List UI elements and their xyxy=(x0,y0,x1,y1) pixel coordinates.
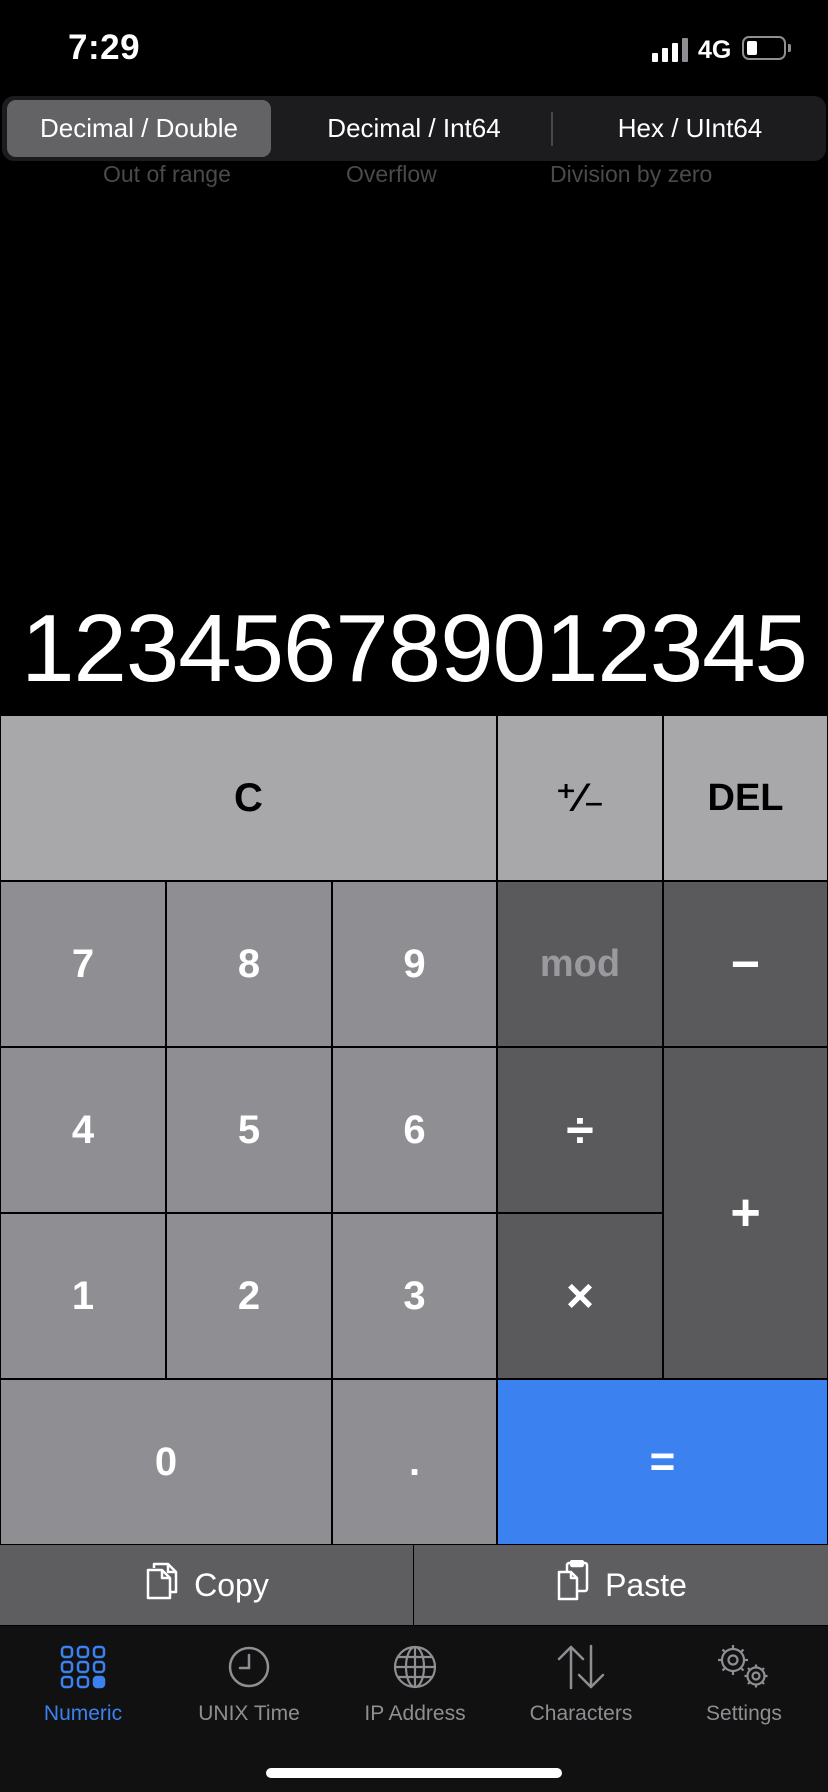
digit-5-button[interactable]: 5 xyxy=(166,1047,332,1213)
equals-button[interactable]: = xyxy=(497,1379,828,1545)
digit-3-button[interactable]: 3 xyxy=(332,1213,497,1379)
multiply-button[interactable]: × xyxy=(497,1213,663,1379)
error-division-by-zero: Division by zero xyxy=(550,161,713,187)
paste-label: Paste xyxy=(605,1566,687,1603)
status-time: 7:29 xyxy=(68,28,141,67)
signal-strength-icon xyxy=(652,36,688,62)
tab-settings[interactable]: Settings xyxy=(661,1642,827,1726)
tab-ip-address[interactable]: IP Address xyxy=(332,1642,498,1726)
tab-characters-label: Characters xyxy=(529,1702,633,1725)
network-type: 4G xyxy=(698,36,732,64)
copy-button[interactable]: Copy xyxy=(0,1545,414,1625)
digit-6-button[interactable]: 6 xyxy=(332,1047,497,1213)
copy-icon xyxy=(144,1560,180,1610)
error-out-of-range: Out of range xyxy=(103,161,231,187)
minus-button[interactable]: − xyxy=(663,881,828,1047)
copy-label: Copy xyxy=(194,1566,269,1603)
tab-settings-label: Settings xyxy=(706,1702,782,1725)
tab-characters[interactable]: Characters xyxy=(498,1642,664,1726)
error-overflow: Overflow xyxy=(346,161,437,187)
paste-icon xyxy=(555,1559,591,1610)
segment-decimal-double[interactable]: Decimal / Double xyxy=(7,100,271,157)
digit-9-button[interactable]: 9 xyxy=(332,881,497,1047)
battery-icon xyxy=(742,36,791,60)
home-indicator[interactable] xyxy=(266,1768,562,1778)
arrows-updown-icon xyxy=(554,1642,608,1692)
number-format-segmented-control: Decimal / Double Decimal / Int64 Hex / U… xyxy=(2,96,826,161)
clock-icon xyxy=(227,1642,271,1692)
tab-unix-time[interactable]: UNIX Time xyxy=(166,1642,332,1726)
plus-button[interactable]: + xyxy=(663,1047,828,1379)
digit-8-button[interactable]: 8 xyxy=(166,881,332,1047)
gears-icon xyxy=(714,1642,774,1692)
mod-button[interactable]: mod xyxy=(497,881,663,1047)
segment-decimal-int64[interactable]: Decimal / Int64 xyxy=(282,100,546,157)
digit-0-button[interactable]: 0 xyxy=(0,1379,332,1545)
digit-7-button[interactable]: 7 xyxy=(0,881,166,1047)
decimal-point-button[interactable]: . xyxy=(332,1379,497,1545)
digit-4-button[interactable]: 4 xyxy=(0,1047,166,1213)
globe-icon xyxy=(392,1642,438,1692)
digit-1-button[interactable]: 1 xyxy=(0,1213,166,1379)
tab-numeric-label: Numeric xyxy=(43,1702,123,1725)
plus-minus-button[interactable]: ⁺∕₋ xyxy=(497,715,663,881)
grid-icon xyxy=(60,1642,106,1692)
paste-button[interactable]: Paste xyxy=(414,1545,828,1625)
segment-divider xyxy=(551,112,553,146)
segment-hex-uint64[interactable]: Hex / UInt64 xyxy=(558,100,822,157)
tab-unix-time-label: UNIX Time xyxy=(198,1702,300,1725)
delete-button[interactable]: DEL xyxy=(663,715,828,881)
clear-button[interactable]: C xyxy=(0,715,497,881)
divide-button[interactable]: ÷ xyxy=(497,1047,663,1213)
tab-numeric[interactable]: Numeric xyxy=(0,1642,166,1726)
digit-2-button[interactable]: 2 xyxy=(166,1213,332,1379)
result-display: 123456789012345 xyxy=(21,595,808,702)
tab-ip-address-label: IP Address xyxy=(364,1702,466,1725)
